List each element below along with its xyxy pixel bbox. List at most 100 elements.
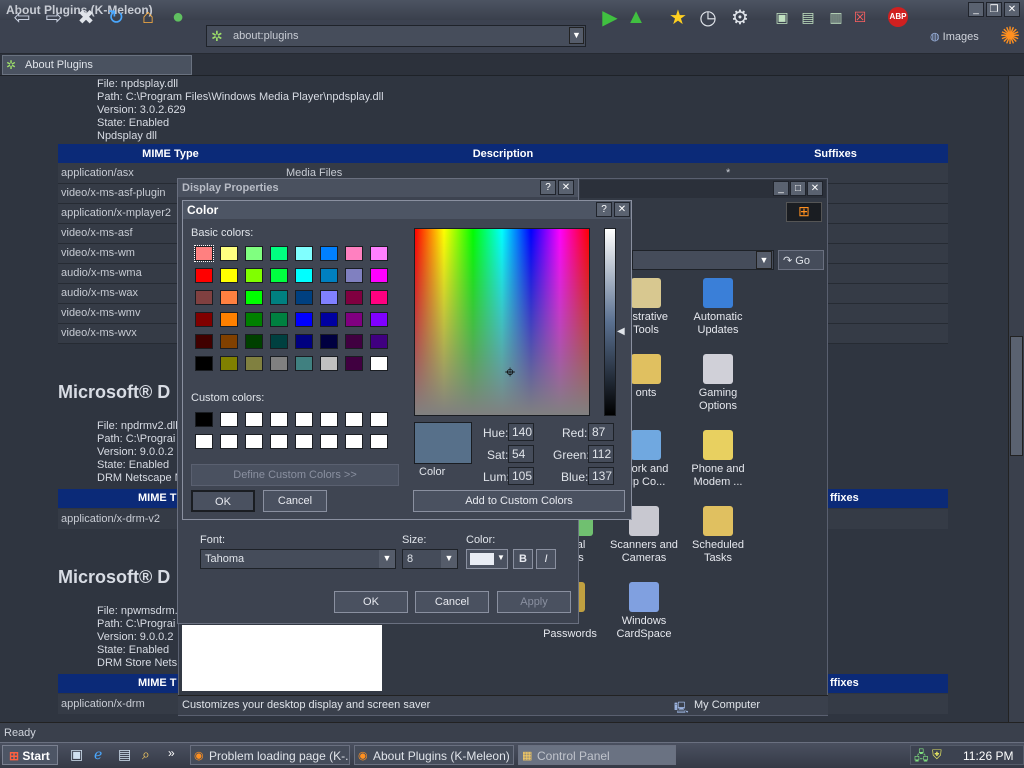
italic-button[interactable]: I	[536, 549, 556, 569]
color-swatch[interactable]	[195, 268, 213, 283]
cp-maximize-button[interactable]: □	[790, 181, 806, 196]
color-swatch[interactable]	[320, 312, 338, 327]
color-swatch[interactable]	[345, 246, 363, 261]
window-icon[interactable]: ▣	[768, 4, 796, 30]
control-panel-item[interactable]: Automatic Updates	[678, 278, 758, 337]
color-swatch[interactable]	[295, 246, 313, 261]
close-tab-icon[interactable]: ☒	[846, 4, 874, 30]
define-custom-colors-button[interactable]: Define Custom Colors >>	[191, 464, 399, 486]
add-to-custom-colors-button[interactable]: Add to Custom Colors	[413, 490, 625, 512]
control-panel-item[interactable]: Windows CardSpace	[604, 582, 684, 641]
size-dropdown-icon[interactable]: ▼	[441, 550, 457, 568]
color-swatch[interactable]	[245, 268, 263, 283]
color-swatch[interactable]	[220, 412, 238, 427]
color-swatch[interactable]	[220, 246, 238, 261]
color-close-button[interactable]: ✕	[614, 202, 630, 217]
color-swatch[interactable]	[220, 434, 238, 449]
color-swatch[interactable]	[270, 312, 288, 327]
control-panel-item[interactable]: Phone and Modem ...	[678, 430, 758, 489]
color-swatch[interactable]	[270, 246, 288, 261]
tray-security-icon[interactable]: ⛨	[932, 747, 942, 763]
color-swatch[interactable]	[220, 356, 238, 371]
cp-minimize-button[interactable]: _	[773, 181, 789, 196]
url-dropdown-icon[interactable]: ▼	[569, 27, 584, 44]
stop-icon[interactable]: ✖	[72, 4, 100, 30]
tray-network-icon[interactable]: 🖧	[914, 747, 929, 768]
scrollbar-thumb[interactable]	[1010, 336, 1023, 456]
color-swatch[interactable]	[370, 290, 388, 305]
color-swatch[interactable]	[295, 334, 313, 349]
color-swatch[interactable]	[345, 312, 363, 327]
font-select[interactable]: Tahoma	[200, 549, 396, 569]
images-toggle[interactable]: ◍ Images	[930, 30, 979, 43]
color-swatch[interactable]	[245, 434, 263, 449]
dp-ok-button[interactable]: OK	[334, 591, 408, 613]
dp-apply-button[interactable]: Apply	[497, 591, 571, 613]
globe-icon[interactable]: ●	[164, 4, 192, 30]
color-swatch[interactable]	[370, 268, 388, 283]
settings-gear-icon[interactable]: ⚙	[726, 4, 754, 30]
lum-input[interactable]: 105	[508, 467, 534, 485]
color-swatch[interactable]	[270, 334, 288, 349]
color-swatch[interactable]	[195, 334, 213, 349]
back-arrow-icon[interactable]: ⇦	[8, 4, 36, 30]
color-swatch[interactable]	[195, 290, 213, 305]
dp-help-button[interactable]: ?	[540, 180, 556, 195]
color-swatch[interactable]	[195, 412, 213, 427]
color-swatch[interactable]	[345, 290, 363, 305]
control-panel-item[interactable]: Scheduled Tasks	[678, 506, 758, 565]
color-swatch[interactable]	[245, 334, 263, 349]
bold-button[interactable]: B	[513, 549, 533, 569]
up-icon[interactable]: ▲	[622, 4, 650, 30]
quicklaunch-more-icon[interactable]: »	[168, 746, 175, 760]
color-swatch[interactable]	[320, 356, 338, 371]
color-swatch[interactable]	[370, 312, 388, 327]
show-desktop-icon[interactable]: ▣	[70, 746, 83, 763]
clock[interactable]: 11:26 PM	[963, 749, 1013, 763]
color-swatch[interactable]	[195, 312, 213, 327]
color-swatch[interactable]	[245, 412, 263, 427]
color-swatch[interactable]	[245, 312, 263, 327]
forward-arrow-icon[interactable]: ⇨	[40, 4, 68, 30]
color-swatch[interactable]	[245, 290, 263, 305]
search-icon[interactable]: ⌕	[142, 746, 150, 763]
color-swatch[interactable]	[295, 412, 313, 427]
tab-about-plugins[interactable]: About Plugins	[2, 55, 192, 75]
bookmark-star-icon[interactable]: ★	[664, 4, 692, 30]
green-input[interactable]: 112	[588, 445, 614, 463]
font-dropdown-icon[interactable]: ▼	[379, 550, 395, 568]
color-swatch[interactable]	[195, 356, 213, 371]
color-swatch[interactable]	[295, 312, 313, 327]
red-input[interactable]: 87	[588, 423, 614, 441]
color-swatch[interactable]	[370, 356, 388, 371]
color-swatch[interactable]	[345, 356, 363, 371]
color-swatch[interactable]	[345, 268, 363, 283]
task-control-panel[interactable]: Control Panel	[518, 745, 676, 765]
dp-close-button[interactable]: ✕	[558, 180, 574, 195]
color-swatch[interactable]	[295, 268, 313, 283]
ie-icon[interactable]: ℯ	[94, 746, 102, 763]
cp-address-dropdown-icon[interactable]: ▼	[756, 251, 772, 269]
color-cancel-button[interactable]: Cancel	[263, 490, 327, 512]
color-swatch[interactable]	[295, 434, 313, 449]
dp-cancel-button[interactable]: Cancel	[415, 591, 489, 613]
color-swatch[interactable]	[270, 412, 288, 427]
start-button[interactable]: ⊞ Start	[2, 745, 58, 765]
color-swatch[interactable]	[194, 245, 214, 262]
restore-button[interactable]: ❐	[986, 2, 1002, 17]
close-button[interactable]: ✕	[1004, 2, 1020, 17]
page-scrollbar[interactable]	[1008, 76, 1024, 722]
go-icon[interactable]: ▶	[596, 4, 624, 30]
color-swatch[interactable]	[345, 412, 363, 427]
color-ok-button[interactable]: OK	[191, 490, 255, 512]
color-swatch[interactable]	[370, 434, 388, 449]
reload-icon[interactable]: ↻	[102, 4, 130, 30]
color-swatch[interactable]	[270, 356, 288, 371]
color-swatch[interactable]	[320, 434, 338, 449]
color-swatch[interactable]	[320, 246, 338, 261]
minimize-button[interactable]: _	[968, 2, 984, 17]
color-swatch[interactable]	[220, 312, 238, 327]
url-input[interactable]: about:plugins	[206, 25, 586, 47]
explorer-icon[interactable]: ▤	[118, 746, 131, 763]
blue-input[interactable]: 137	[588, 467, 614, 485]
